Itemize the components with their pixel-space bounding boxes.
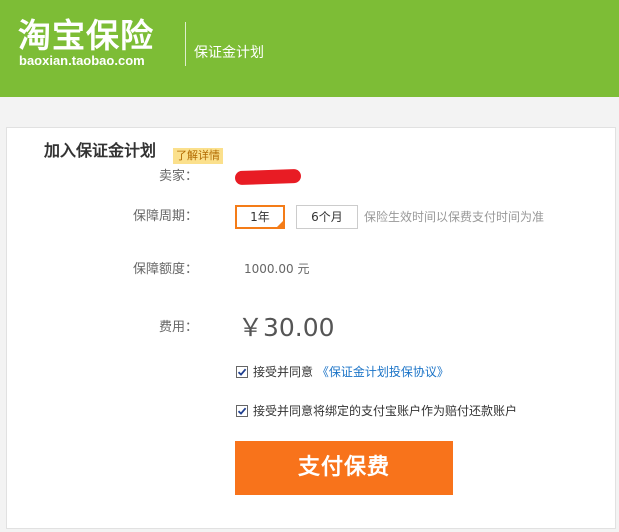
seller-label: 卖家：: [158, 169, 198, 184]
checkmark-icon: [237, 407, 247, 415]
details-link[interactable]: 了解详情: [173, 148, 223, 164]
period-option-label: 6个月: [311, 210, 343, 224]
header-subtitle: 保证金计划: [194, 45, 264, 61]
site-header: 淘宝保险 baoxian.taobao.com 保证金计划: [0, 0, 619, 97]
agree-terms-checkbox[interactable]: [236, 366, 248, 378]
agree-account-checkbox[interactable]: [236, 405, 248, 417]
agree-account-text: 接受并同意将绑定的支付宝账户作为赔付还款账户: [253, 404, 518, 418]
coverage-label: 保障额度：: [132, 262, 198, 277]
period-option-label: 1年: [250, 210, 270, 224]
period-label: 保障周期：: [132, 209, 198, 224]
pay-premium-button[interactable]: 支付保费: [235, 441, 453, 495]
period-option-6-months[interactable]: 6个月: [296, 205, 358, 229]
period-option-1-year[interactable]: 1年: [235, 205, 285, 229]
logo-url: baoxian.taobao.com: [19, 53, 145, 68]
fee-label: 费用：: [158, 320, 198, 335]
checkmark-icon: [237, 368, 247, 376]
period-hint: 保险生效时间以保费支付时间为准: [364, 210, 545, 224]
selected-check-icon: [276, 220, 284, 228]
page-title: 加入保证金计划: [44, 141, 157, 160]
seller-name-redacted: [234, 168, 302, 186]
header-divider: [185, 22, 186, 66]
fee-value: ￥30.00: [238, 313, 335, 342]
agree-terms-text: 接受并同意 《保证金计划投保协议》: [253, 364, 449, 380]
agree-prefix: 接受并同意: [253, 365, 314, 379]
agreement-link[interactable]: 《保证金计划投保协议》: [317, 365, 449, 379]
coverage-value: 1000.00 元: [244, 262, 310, 276]
taobao-insurance-logo[interactable]: 淘宝保险: [18, 17, 154, 55]
